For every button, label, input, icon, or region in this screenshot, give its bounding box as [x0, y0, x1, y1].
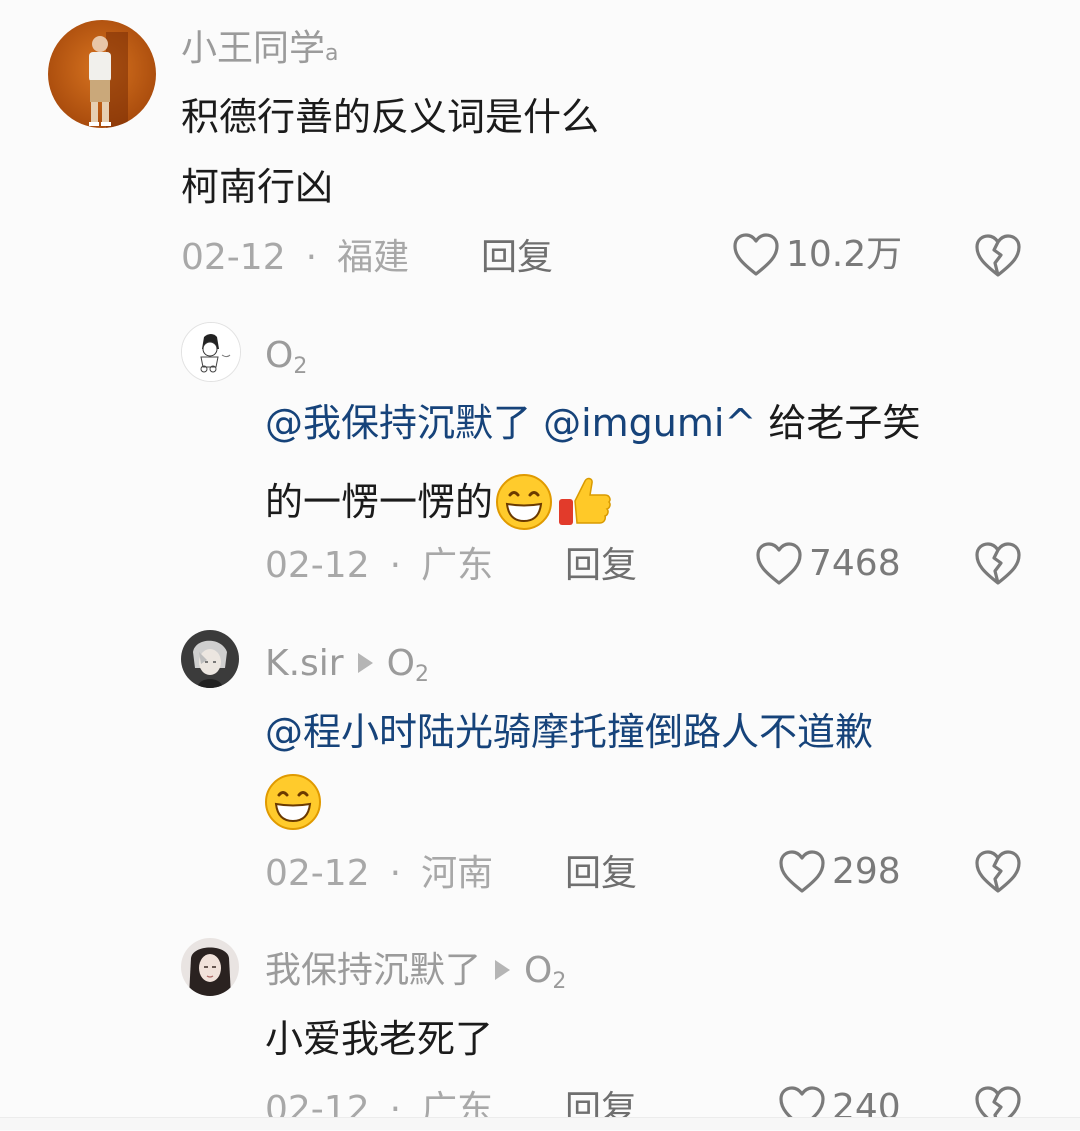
- comment-date: 02-12: [265, 853, 370, 894]
- dislike-button[interactable]: [974, 233, 1022, 279]
- mention-link[interactable]: @程小时陆光骑摩托撞倒路人不道歉: [265, 710, 873, 754]
- username-suffix: a: [325, 41, 339, 66]
- mention-link[interactable]: @imgumi^: [543, 401, 756, 445]
- comment-text-line: [262, 771, 324, 833]
- reply-button[interactable]: 回复: [565, 856, 637, 892]
- mention-link[interactable]: @我保持沉默了: [265, 401, 531, 445]
- comment-meta: 02-12 · 福建: [181, 240, 409, 276]
- like-count: 298: [832, 851, 901, 892]
- broken-heart-icon: [974, 233, 1022, 279]
- comment-text-line: 的一愣一愣的: [265, 471, 613, 533]
- username-text[interactable]: K.sir: [265, 643, 344, 684]
- comment-text: 的一愣一愣的: [265, 480, 494, 524]
- heart-outline-icon: [732, 232, 786, 278]
- like-button[interactable]: 7468: [755, 541, 901, 587]
- comment-location: 河南: [421, 853, 494, 894]
- reply-button-label: 回复: [565, 853, 638, 894]
- comment-date: 02-12: [265, 545, 370, 586]
- comment-username: K.sir O2: [265, 646, 429, 686]
- reply-to-username[interactable]: O: [524, 950, 552, 991]
- avatar[interactable]: [181, 322, 241, 382]
- bottom-divider: [0, 1117, 1080, 1130]
- like-count: 10.2万: [786, 234, 903, 275]
- broken-heart-icon: [974, 849, 1022, 895]
- comment-text-line: 积德行善的反义词是什么: [181, 95, 600, 139]
- grinning-emoji-icon: [262, 771, 324, 833]
- reply-button[interactable]: 回复: [481, 240, 553, 276]
- username-text: O: [265, 335, 294, 376]
- like-button[interactable]: 10.2万: [732, 232, 902, 278]
- comment-username[interactable]: 小王同学a: [181, 31, 339, 67]
- reply-button-label: 回复: [565, 545, 638, 586]
- comment-text-line: 小爱我老死了: [265, 1017, 494, 1061]
- thumbs-up-emoji-icon: [555, 471, 613, 533]
- comment-text-line: 柯南行凶: [181, 165, 334, 209]
- comment-thread: 小王同学a 积德行善的反义词是什么 柯南行凶 02-12 · 福建 回复 10.2万: [0, 0, 1080, 1130]
- comment-username[interactable]: O2: [265, 338, 307, 378]
- username-text[interactable]: 我保持沉默了: [265, 950, 481, 991]
- comment-text: 给老子笑: [768, 401, 921, 445]
- grinning-emoji-icon: [493, 471, 555, 533]
- username-text: 小王同学: [181, 28, 326, 69]
- comment-meta: 02-12 · 广东: [265, 548, 493, 584]
- avatar[interactable]: [181, 938, 239, 996]
- broken-heart-icon: [974, 541, 1022, 587]
- dislike-button[interactable]: [974, 849, 1022, 895]
- comment-username: 我保持沉默了 O2: [265, 953, 566, 993]
- meta-separator: ·: [389, 853, 402, 894]
- comment-location: 广东: [421, 545, 494, 586]
- meta-separator: ·: [305, 237, 318, 278]
- username-subscript: 2: [293, 354, 308, 379]
- avatar[interactable]: [181, 630, 239, 688]
- like-count: 7468: [809, 543, 901, 584]
- comment-text-line: @我保持沉默了 @imgumi^ 给老子笑: [265, 404, 920, 442]
- heart-outline-icon: [755, 541, 809, 587]
- play-triangle-icon: [495, 960, 511, 980]
- username-subscript: 2: [552, 969, 567, 994]
- avatar[interactable]: [48, 20, 156, 128]
- heart-outline-icon: [778, 849, 832, 895]
- like-button[interactable]: 298: [778, 849, 901, 895]
- comment-text-line: @程小时陆光骑摩托撞倒路人不道歉: [265, 713, 873, 751]
- username-subscript: 2: [414, 662, 429, 687]
- reply-button[interactable]: 回复: [565, 548, 637, 584]
- dislike-button[interactable]: [974, 541, 1022, 587]
- comment-meta: 02-12 · 河南: [265, 856, 493, 892]
- meta-separator: ·: [389, 545, 402, 586]
- comment-location: 福建: [337, 237, 410, 278]
- reply-to-username[interactable]: O: [387, 643, 415, 684]
- reply-button-label: 回复: [481, 237, 554, 278]
- play-triangle-icon: [357, 653, 373, 673]
- comment-date: 02-12: [181, 237, 286, 278]
